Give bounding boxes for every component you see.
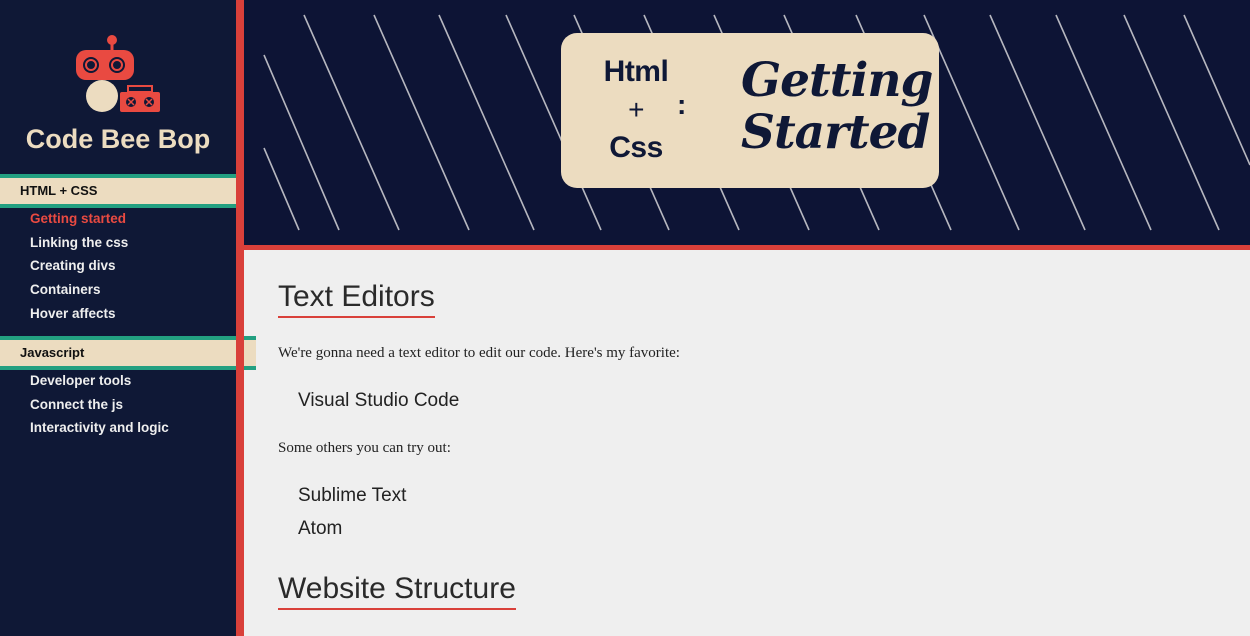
robot-logo-icon [76, 35, 160, 112]
section-header-html-css[interactable]: HTML + CSS [0, 174, 256, 208]
title-started: Started [741, 105, 930, 160]
sidebar-border [236, 0, 244, 636]
heading-website-structure: Website Structure [278, 572, 516, 610]
nav-item-interactivity-and-logic[interactable]: Interactivity and logic [30, 416, 169, 440]
title-html: Html [603, 55, 669, 88]
paragraph-favorite: We're gonna need a text editor to edit o… [278, 345, 680, 361]
item-sublime-text[interactable]: Sublime Text [298, 485, 406, 507]
nav-item-creating-divs[interactable]: Creating divs [30, 254, 128, 278]
nav-list-html-css: Getting started Linking the css Creating… [30, 207, 128, 325]
title-plus: + [628, 94, 644, 125]
nav-item-linking-the-css[interactable]: Linking the css [30, 231, 128, 255]
nav-item-connect-the-js[interactable]: Connect the js [30, 393, 169, 417]
section-header-javascript[interactable]: Javascript [0, 336, 256, 370]
nav-list-javascript: Developer tools Connect the js Interacti… [30, 369, 169, 440]
paragraph-others: Some others you can try out: [278, 440, 451, 456]
nav-item-developer-tools[interactable]: Developer tools [30, 369, 169, 393]
nav-item-getting-started[interactable]: Getting started [30, 207, 128, 231]
nav-item-containers[interactable]: Containers [30, 278, 128, 302]
item-visual-studio-code[interactable]: Visual Studio Code [298, 390, 459, 412]
title-getting-started: Getting Started [741, 53, 933, 160]
brand[interactable]: Code Bee Bop [0, 0, 236, 170]
main-content: Text Editors We're gonna need a text edi… [278, 250, 1238, 636]
heading-text-editors: Text Editors [278, 280, 435, 318]
sidebar: Code Bee Bop HTML + CSS Getting started … [0, 0, 256, 636]
title-getting: Getting [741, 53, 933, 108]
brand-name: Code Bee Bop [25, 124, 211, 154]
title-card: Html + Css : Getting Started [561, 33, 939, 188]
title-colon: : [677, 89, 687, 120]
header-banner: Html + Css : Getting Started [244, 0, 1250, 245]
nav-item-hover-affects[interactable]: Hover affects [30, 302, 128, 326]
item-atom[interactable]: Atom [298, 518, 342, 540]
title-html-css: Html + Css [591, 53, 681, 167]
title-css: Css [609, 131, 663, 164]
app-window: Code Bee Bop HTML + CSS Getting started … [0, 0, 1250, 636]
